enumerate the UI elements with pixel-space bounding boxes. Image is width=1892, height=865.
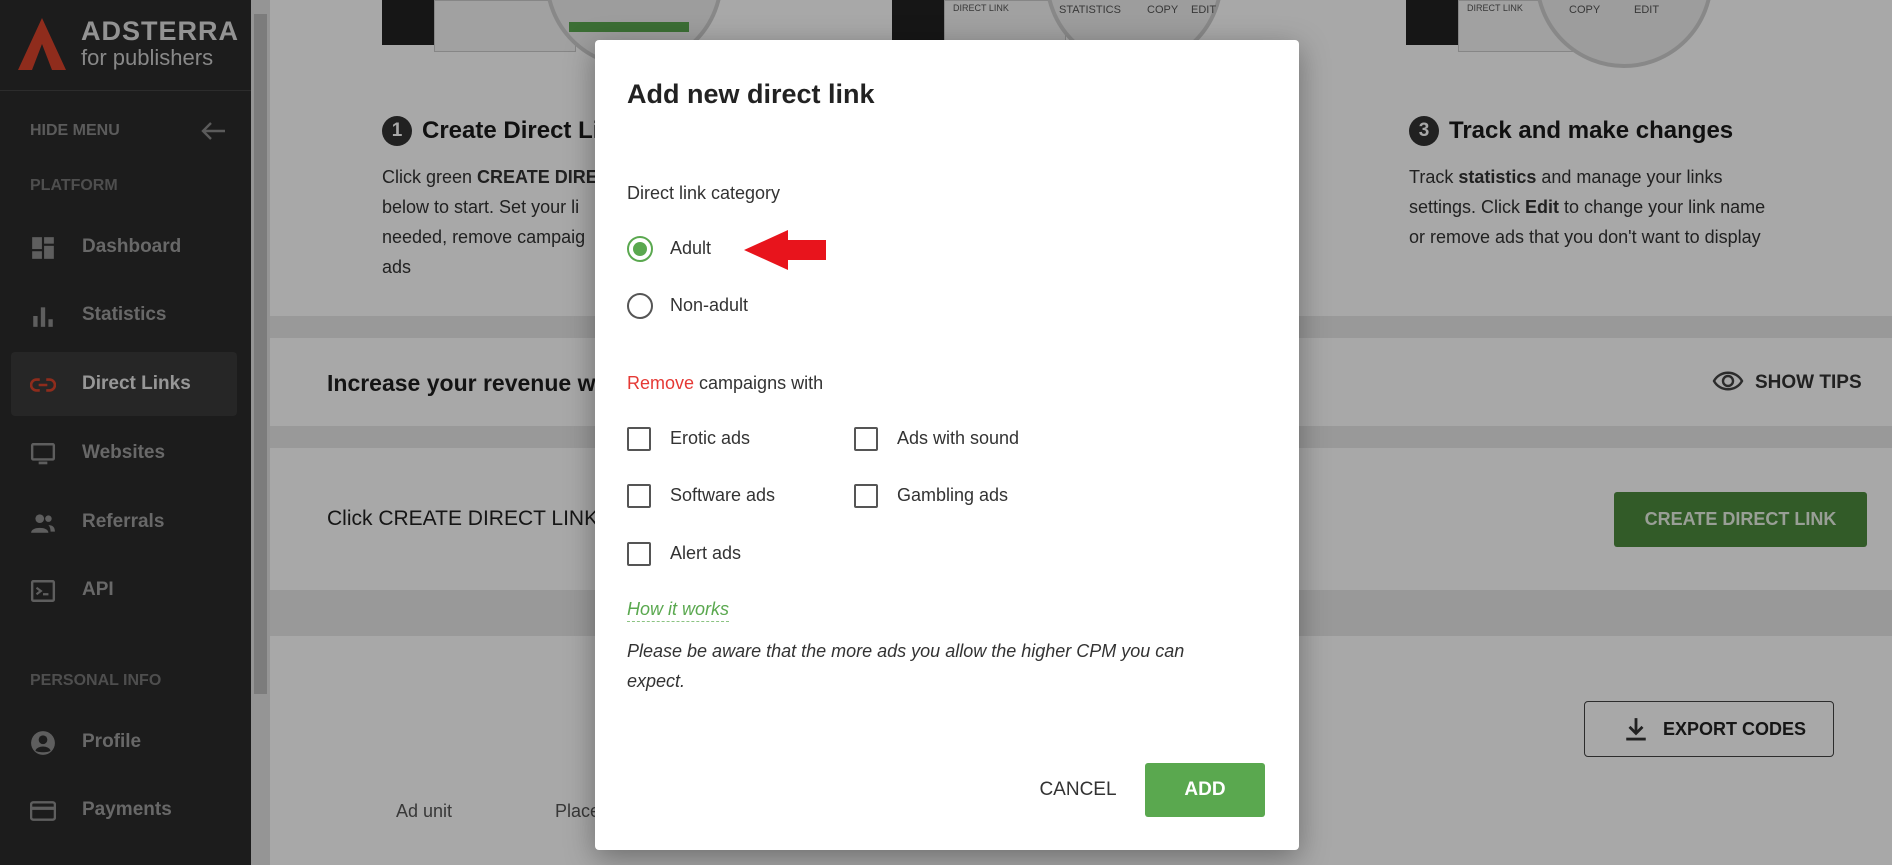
- checkbox-erotic-ads[interactable]: [627, 427, 651, 451]
- checkbox-erotic-ads-label[interactable]: Erotic ads: [670, 428, 750, 449]
- checkbox-gambling-ads-label[interactable]: Gambling ads: [897, 485, 1008, 506]
- red-arrow-annotation-icon: [744, 230, 826, 270]
- cancel-button[interactable]: CANCEL: [1019, 763, 1137, 817]
- add-direct-link-dialog: Add new direct link Direct link category…: [595, 40, 1299, 850]
- cpm-note: Please be aware that the more ads you al…: [627, 641, 1185, 691]
- radio-adult[interactable]: [627, 236, 653, 262]
- checkbox-software-ads-label[interactable]: Software ads: [670, 485, 775, 506]
- dialog-title: Add new direct link: [627, 79, 875, 109]
- category-label: Direct link category: [627, 183, 781, 203]
- how-it-works-link[interactable]: How it works: [627, 599, 730, 622]
- radio-non-adult-label[interactable]: Non-adult: [670, 295, 748, 316]
- add-button[interactable]: ADD: [1145, 763, 1265, 817]
- checkbox-gambling-ads[interactable]: [854, 484, 878, 508]
- radio-non-adult[interactable]: [627, 293, 653, 319]
- remove-campaigns-label: Remove campaigns with: [627, 373, 823, 394]
- checkbox-software-ads[interactable]: [627, 484, 651, 508]
- radio-adult-label[interactable]: Adult: [670, 238, 711, 259]
- checkbox-alert-ads-label[interactable]: Alert ads: [670, 543, 741, 564]
- remove-word: Remove: [627, 373, 695, 393]
- checkbox-ads-with-sound-label[interactable]: Ads with sound: [897, 428, 1019, 449]
- remove-rest: campaigns with: [694, 373, 824, 393]
- checkbox-ads-with-sound[interactable]: [854, 427, 878, 451]
- checkbox-alert-ads[interactable]: [627, 542, 651, 566]
